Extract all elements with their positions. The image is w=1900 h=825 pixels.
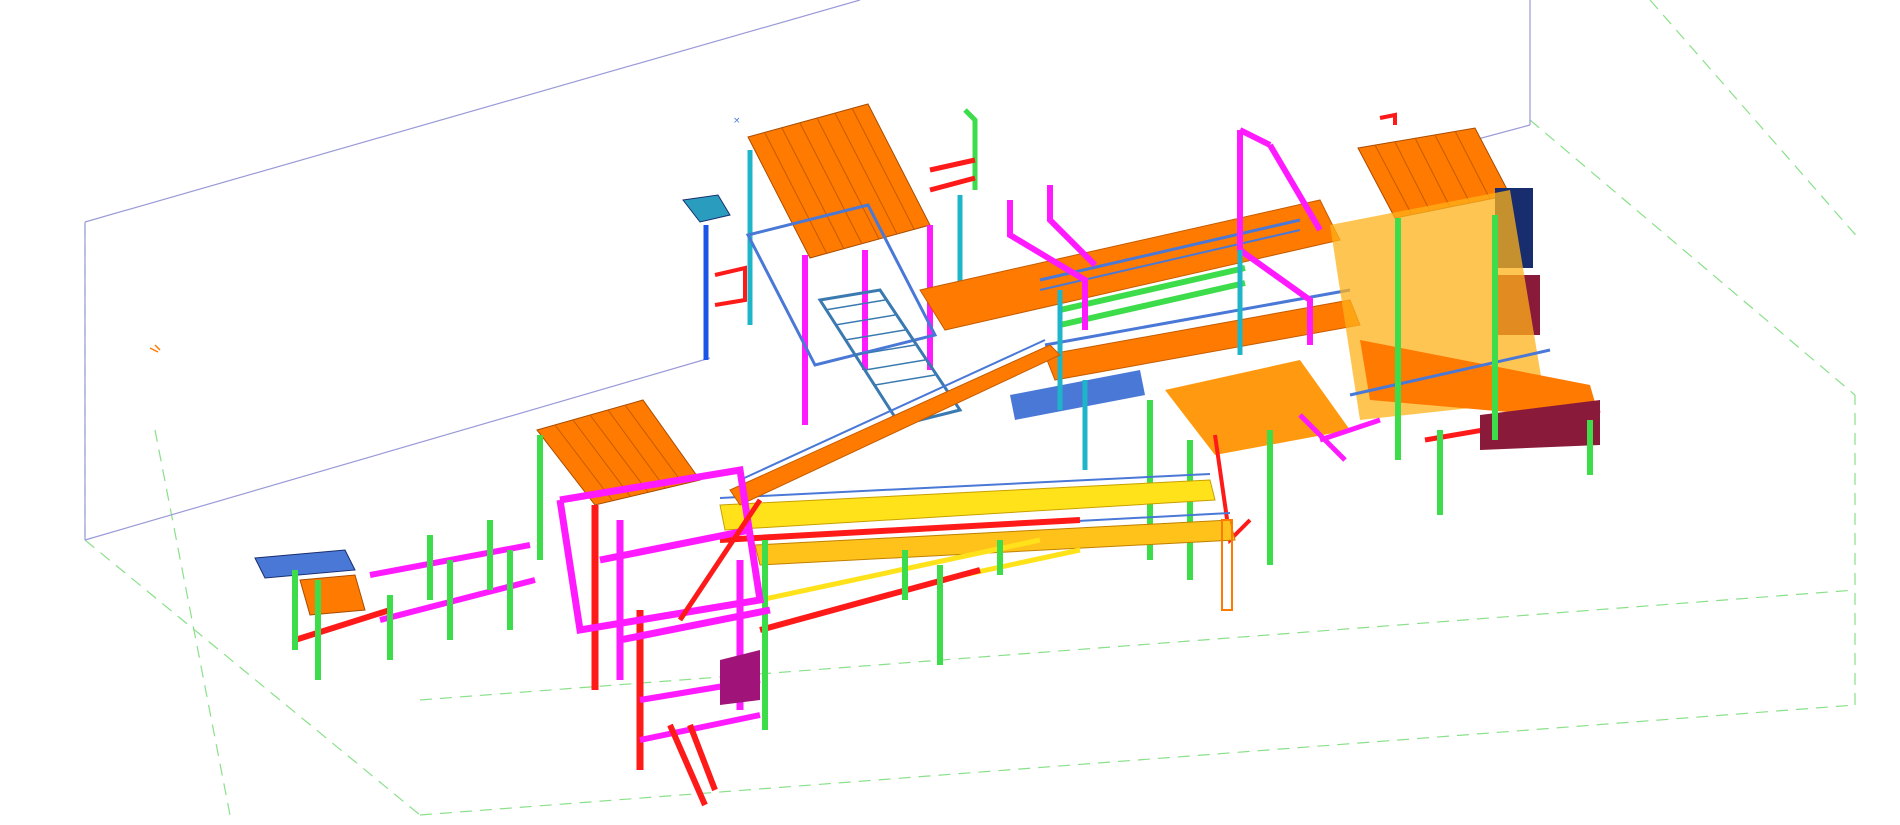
svg-text:×: ×: [733, 116, 741, 126]
upper-tower[interactable]: [682, 103, 978, 427]
steel-structure-model[interactable]: ×: [0, 0, 1900, 825]
axis-marker-icon: ×: [733, 116, 741, 126]
left-structure[interactable]: [536, 399, 771, 807]
3d-model-viewport[interactable]: ×: [0, 0, 1900, 825]
far-left-platform[interactable]: [254, 520, 536, 680]
origin-marker-icon: [149, 344, 161, 353]
conveyor-galleries[interactable]: [719, 339, 1236, 665]
